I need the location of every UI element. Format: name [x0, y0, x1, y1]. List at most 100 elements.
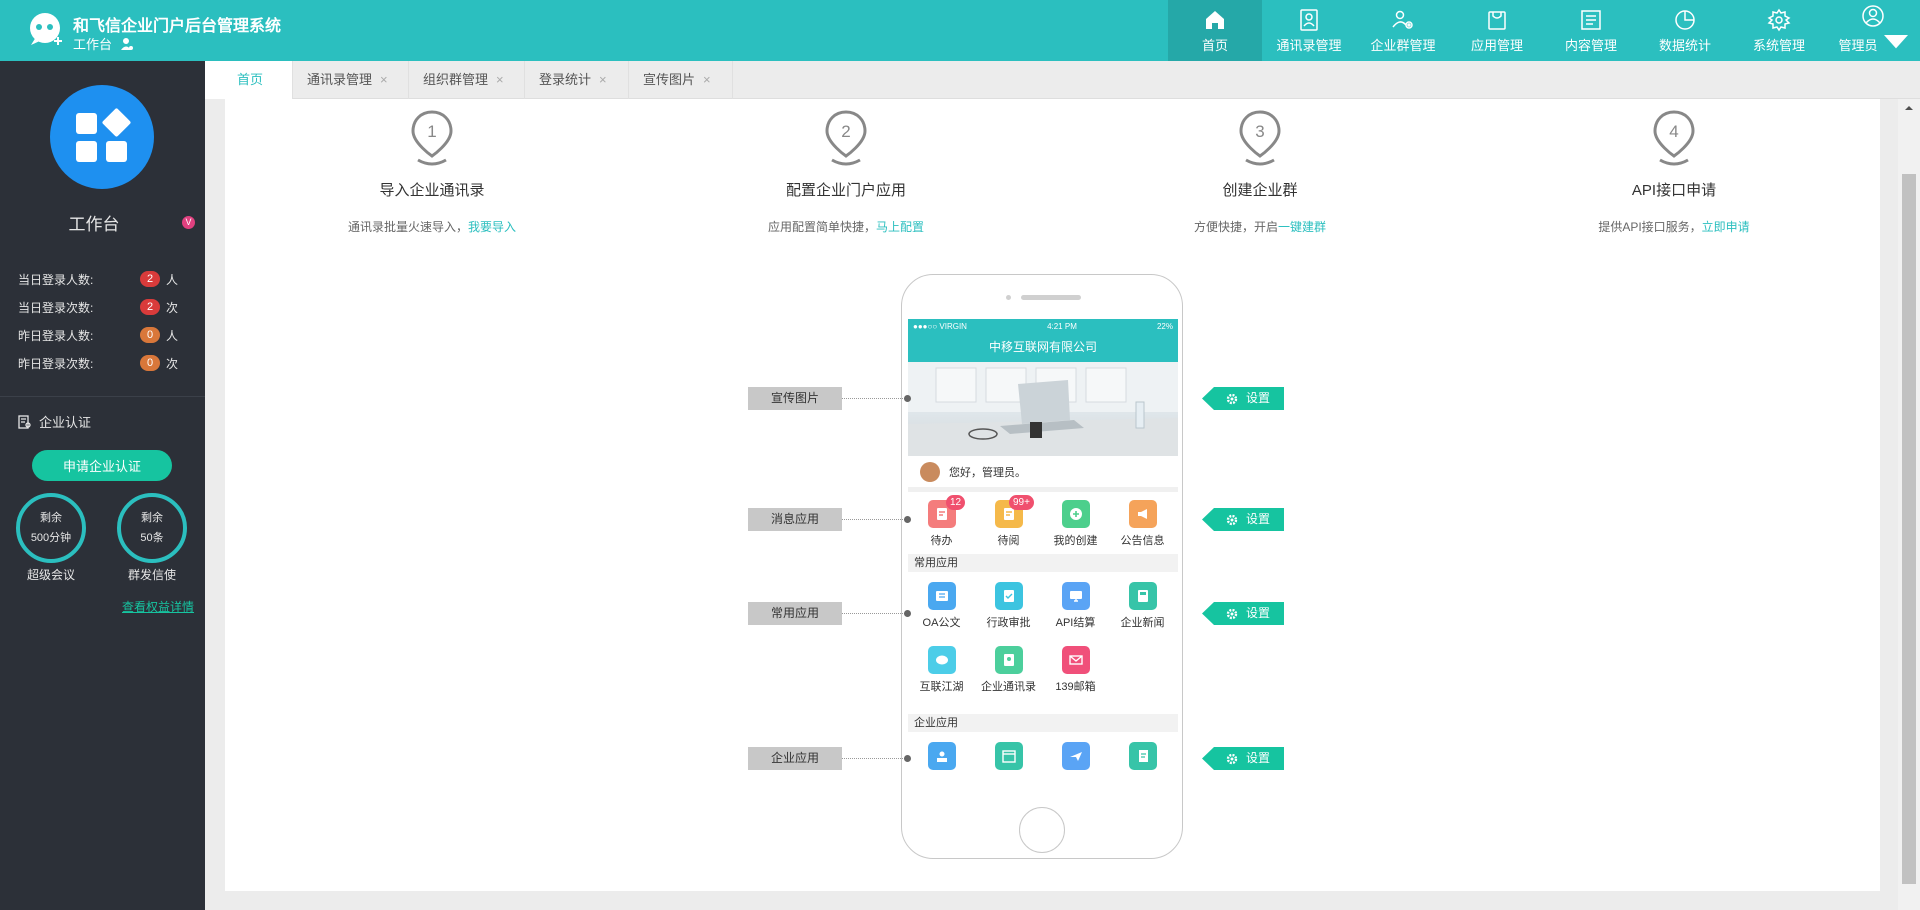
map-pin-step-icon: 1: [411, 110, 453, 166]
create-group-link[interactable]: 一键建群: [1278, 220, 1326, 234]
close-icon[interactable]: ×: [380, 72, 388, 87]
scrollbar-thumb[interactable]: [1902, 174, 1916, 884]
stat-label: 当日登录人数:: [18, 272, 94, 287]
step-desc: 应用配置简单快捷，: [767, 220, 876, 234]
app-toread[interactable]: 99+ 待阅: [975, 495, 1042, 554]
app-label: 行政审批: [986, 617, 1031, 629]
top-bar: 和飞信企业门户后台管理系统 工作台 首页 通讯录管理 企业群管理 应用管理 内容…: [0, 0, 1920, 61]
step-desc-wrap: 通讯录批量火速导入，我要导入: [272, 218, 592, 235]
app-label: 企业新闻: [1120, 617, 1165, 629]
nav-app-management[interactable]: 应用管理: [1450, 0, 1544, 61]
tab-contacts[interactable]: 通讯录管理 ×: [293, 61, 409, 99]
contacts-icon: [1300, 8, 1318, 31]
app-address-book[interactable]: 企业通讯录: [975, 646, 1042, 714]
app-bag-icon: [1488, 10, 1506, 30]
step-title: 创建企业群: [1222, 182, 1298, 199]
close-icon[interactable]: ×: [599, 72, 607, 87]
vertical-scrollbar[interactable]: [1898, 99, 1920, 910]
close-icon[interactable]: ×: [703, 72, 711, 87]
set-common-apps-button[interactable]: 设置: [1202, 602, 1284, 625]
import-now-link[interactable]: 我要导入: [468, 220, 516, 234]
ring-caption: 超级会议: [26, 568, 75, 582]
stat-label: 昨日登录人数:: [18, 328, 94, 343]
tab-home[interactable]: 首页: [205, 61, 293, 99]
phone-camera: [1006, 295, 1011, 300]
view-rights-link[interactable]: 查看权益详情: [122, 598, 194, 615]
create-icon: [1061, 500, 1090, 528]
common-apps-row-1: OA公文 行政审批 API结算 企业新闻: [908, 572, 1178, 644]
nav-home[interactable]: 首页: [1168, 0, 1262, 61]
step-desc: 通讯录批量火速导入，: [347, 220, 468, 234]
promo-banner-image[interactable]: [908, 362, 1178, 456]
stat-unit: 次: [166, 300, 179, 315]
workspace-switch[interactable]: 工作台: [73, 34, 134, 53]
app-label: API结算: [1055, 617, 1096, 629]
enterprise-apps-row: [908, 732, 1178, 794]
connector-dot: [904, 516, 911, 523]
step-number: 4: [1669, 122, 1678, 141]
greeting-text: 您好，管理员。: [949, 466, 1026, 479]
tab-login-stats[interactable]: 登录统计 ×: [525, 61, 629, 99]
nav-statistics[interactable]: 数据统计: [1638, 0, 1732, 61]
time-text: 4:21 PM: [1047, 321, 1077, 331]
nav-contacts[interactable]: 通讯录管理: [1262, 0, 1356, 61]
app-139-mail[interactable]: 139邮箱: [1042, 646, 1109, 714]
phone-home-button: [1019, 807, 1065, 853]
step-title: 配置企业门户应用: [785, 182, 906, 199]
stat-row: 当日登录人数: 2 人: [18, 265, 198, 293]
user-icon: [1862, 4, 1884, 27]
app-api-settlement[interactable]: API结算: [1042, 582, 1109, 644]
set-label: 设置: [1246, 391, 1271, 405]
cert-label: 企业认证: [39, 415, 92, 430]
tab-label: 组织群管理: [423, 72, 489, 87]
close-icon[interactable]: ×: [496, 72, 504, 87]
sidebar-divider: [0, 396, 205, 397]
tab-label: 首页: [237, 72, 264, 87]
plane-icon: [1061, 742, 1090, 770]
enterprise-app[interactable]: [1042, 742, 1109, 794]
app-todo[interactable]: 12 待办: [908, 495, 975, 554]
ring-bottom-text: 500分钟: [30, 532, 72, 544]
news-icon: [1128, 582, 1157, 610]
phone-preview: ●●●○○ VIRGIN 4:21 PM 22% 中移互联网有限公司 您好，管理…: [901, 274, 1183, 859]
gear-icon: [1226, 393, 1238, 404]
map-pin-step-icon: 2: [825, 110, 867, 166]
app-hulian-jianghu[interactable]: 互联江湖: [908, 646, 975, 714]
nav-system[interactable]: 系统管理: [1732, 0, 1826, 61]
pie-chart-icon: [1675, 9, 1695, 30]
set-promo-button[interactable]: 设置: [1202, 387, 1284, 410]
app-label: 待阅: [997, 535, 1020, 547]
announce-icon: [1128, 500, 1157, 528]
app-oa-doc[interactable]: OA公文: [908, 582, 975, 644]
app-label: OA公文: [922, 617, 961, 629]
tab-org-group[interactable]: 组织群管理 ×: [409, 61, 525, 99]
tab-promo-images[interactable]: 宣传图片 ×: [629, 61, 733, 99]
nav-content-management[interactable]: 内容管理: [1544, 0, 1638, 61]
message-apps-row: 12 待办 99+ 待阅 我的创建 公告信息: [908, 492, 1178, 554]
workbench-avatar: [50, 85, 154, 189]
set-enterprise-apps-button[interactable]: 设置: [1202, 747, 1284, 770]
app-label: 公告信息: [1120, 535, 1165, 547]
apply-cert-button[interactable]: 申请企业认证: [32, 450, 172, 481]
greeting-row: 您好，管理员。: [908, 456, 1178, 492]
step-create-group: 3 创建企业群 方便快捷，开启一键建群: [1100, 110, 1420, 235]
step-api-apply: 4 API接口申请 提供API接口服务，立即申请: [1514, 110, 1834, 235]
set-message-apps-button[interactable]: 设置: [1202, 508, 1284, 531]
nav-admin-menu[interactable]: 管理员: [1826, 0, 1920, 61]
app-company-news[interactable]: 企业新闻: [1109, 582, 1176, 644]
config-now-link[interactable]: 马上配置: [876, 220, 924, 234]
app-my-created[interactable]: 我的创建: [1042, 500, 1109, 554]
apply-api-link[interactable]: 立即申请: [1702, 220, 1750, 234]
gear-icon: [1226, 514, 1238, 525]
scroll-up-arrow-icon[interactable]: [1898, 101, 1920, 115]
tab-bar: 首页 通讯录管理 × 组织群管理 × 登录统计 × 宣传图片 ×: [205, 61, 1920, 99]
enterprise-app[interactable]: [908, 742, 975, 794]
app-approval[interactable]: 行政审批: [975, 582, 1042, 644]
phone-speaker: [1021, 295, 1081, 300]
app-announcements[interactable]: 公告信息: [1109, 500, 1176, 554]
enterprise-app[interactable]: [1109, 742, 1176, 794]
nav-group-management[interactable]: 企业群管理: [1356, 0, 1450, 61]
enterprise-app[interactable]: [975, 742, 1042, 794]
caret-down-icon: [1883, 34, 1908, 48]
section-label-promo: 宣传图片: [748, 387, 842, 410]
